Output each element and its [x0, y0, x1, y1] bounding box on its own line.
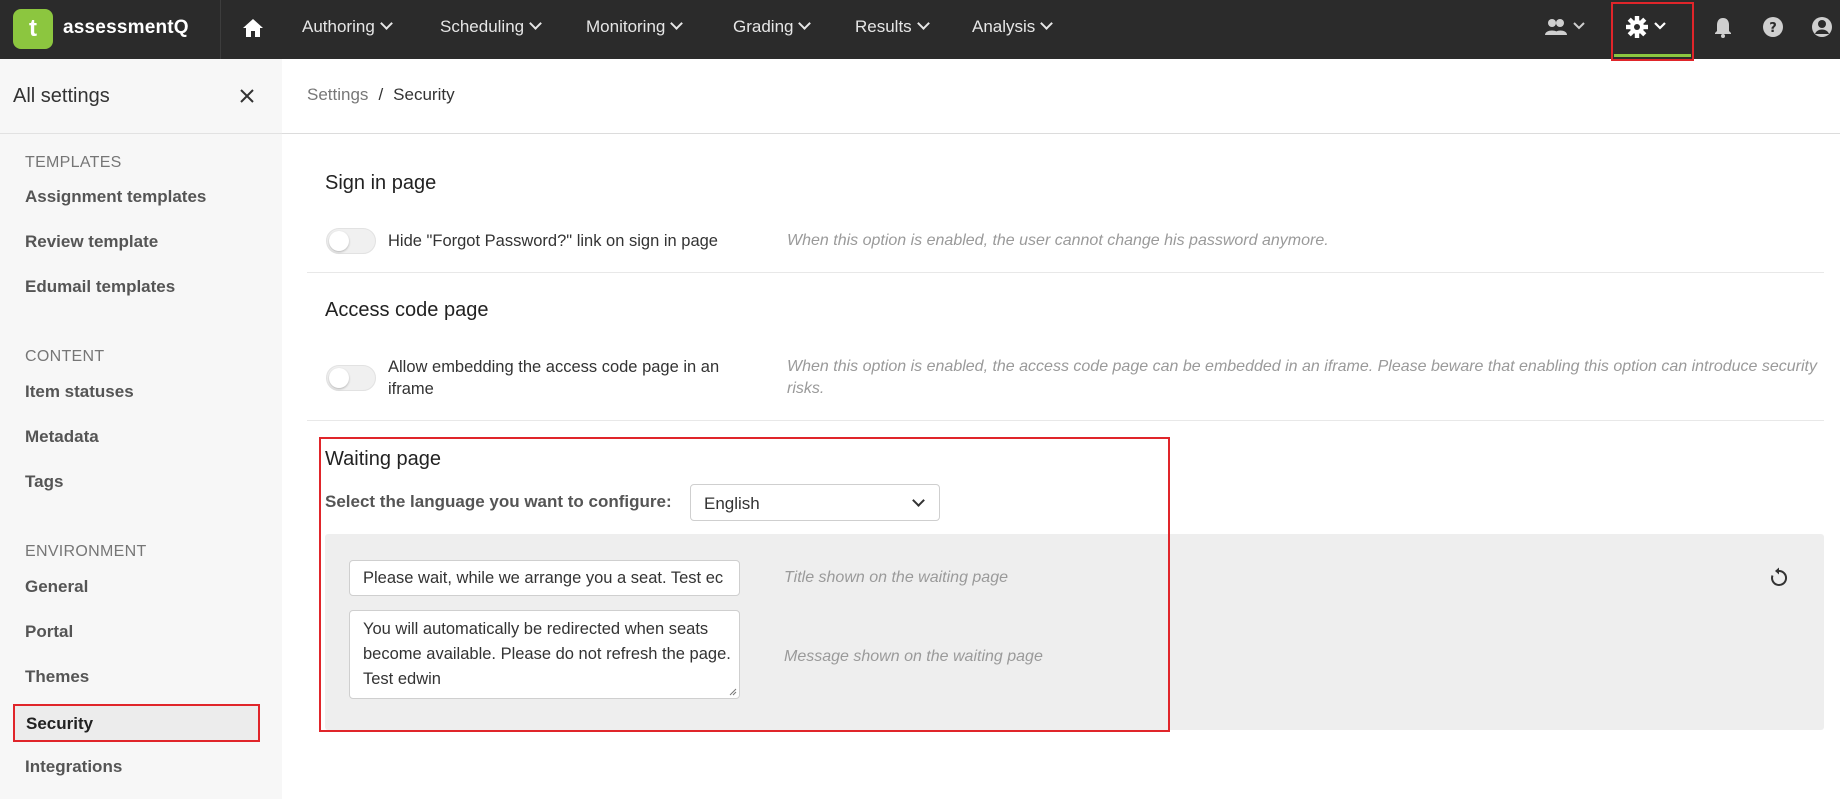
row-divider [307, 272, 1824, 273]
reset-icon[interactable] [1767, 566, 1791, 590]
brand-divider [220, 0, 221, 59]
sidebar-item-label: Security [26, 714, 94, 733]
allow-iframe-hint: When this option is enabled, the access … [787, 358, 1817, 397]
settings-sidebar: All settings TEMPLATES Assignment templa… [0, 59, 282, 799]
account-icon[interactable] [1811, 14, 1833, 42]
users-menu[interactable] [1542, 14, 1590, 42]
allow-iframe-label: Allow embedding the access code page in … [388, 358, 720, 398]
sidebar-item-assignment-templates[interactable]: Assignment templates [25, 187, 206, 207]
breadcrumb-separator: / [378, 85, 384, 104]
sidebar-title: All settings [13, 85, 110, 107]
breadcrumb: Settings / Security [307, 85, 455, 105]
nav-analysis[interactable]: Analysis [972, 0, 1054, 59]
sidebar-item-review-template[interactable]: Review template [25, 232, 158, 252]
sidebar-item-general[interactable]: General [25, 577, 88, 597]
waiting-page-highlight [319, 437, 1170, 732]
sidebar-item-edumail-templates[interactable]: Edumail templates [25, 277, 175, 297]
sidebar-item-themes[interactable]: Themes [25, 667, 89, 687]
help-icon[interactable]: ? [1762, 14, 1784, 42]
chevron-down-icon [670, 17, 684, 30]
section-templates: TEMPLATES [25, 154, 122, 171]
nav-grading[interactable]: Grading [733, 0, 812, 59]
nav-scheduling[interactable]: Scheduling [440, 0, 542, 59]
brand-name[interactable]: assessmentQ [63, 17, 189, 39]
section-environment: ENVIRONMENT [25, 543, 147, 560]
sidebar-item-integrations[interactable]: Integrations [25, 757, 122, 777]
sidebar-header: All settings [0, 59, 282, 134]
hide-forgot-password-toggle[interactable] [326, 228, 376, 254]
breadcrumb-settings-link[interactable]: Settings [307, 85, 368, 104]
sign-in-heading: Sign in page [325, 172, 437, 194]
allow-iframe-toggle[interactable] [326, 365, 376, 391]
hide-forgot-password-hint: When this option is enabled, the user ca… [787, 232, 1329, 249]
access-code-heading: Access code page [325, 299, 489, 321]
chevron-down-icon [379, 17, 393, 30]
sidebar-item-item-statuses[interactable]: Item statuses [25, 382, 134, 402]
sidebar-item-security[interactable]: Security [13, 704, 260, 742]
svg-text:?: ? [1769, 21, 1777, 36]
users-icon [1545, 19, 1585, 35]
bell-icon[interactable] [1713, 14, 1733, 42]
nav-results[interactable]: Results [855, 0, 930, 59]
section-content: CONTENT [25, 348, 105, 365]
top-navigation-bar: t assessmentQ Authoring Scheduling Monit… [0, 0, 1840, 59]
hide-forgot-password-label: Hide "Forgot Password?" link on sign in … [388, 232, 718, 250]
brand-logo[interactable]: t [13, 9, 53, 49]
header-divider [282, 133, 1840, 134]
settings-highlight [1611, 2, 1694, 61]
chevron-down-icon [916, 17, 930, 30]
sidebar-item-portal[interactable]: Portal [25, 622, 73, 642]
nav-authoring[interactable]: Authoring [302, 0, 393, 59]
chevron-down-icon [529, 17, 542, 30]
nav-monitoring[interactable]: Monitoring [586, 0, 684, 59]
breadcrumb-current: Security [393, 85, 455, 104]
chevron-down-icon [1040, 17, 1054, 30]
home-icon[interactable] [241, 16, 265, 40]
sidebar-item-metadata[interactable]: Metadata [25, 427, 99, 447]
sidebar-item-tags[interactable]: Tags [25, 472, 63, 492]
chevron-down-icon [798, 17, 812, 30]
close-icon[interactable] [237, 86, 257, 106]
row-divider [307, 420, 1824, 421]
